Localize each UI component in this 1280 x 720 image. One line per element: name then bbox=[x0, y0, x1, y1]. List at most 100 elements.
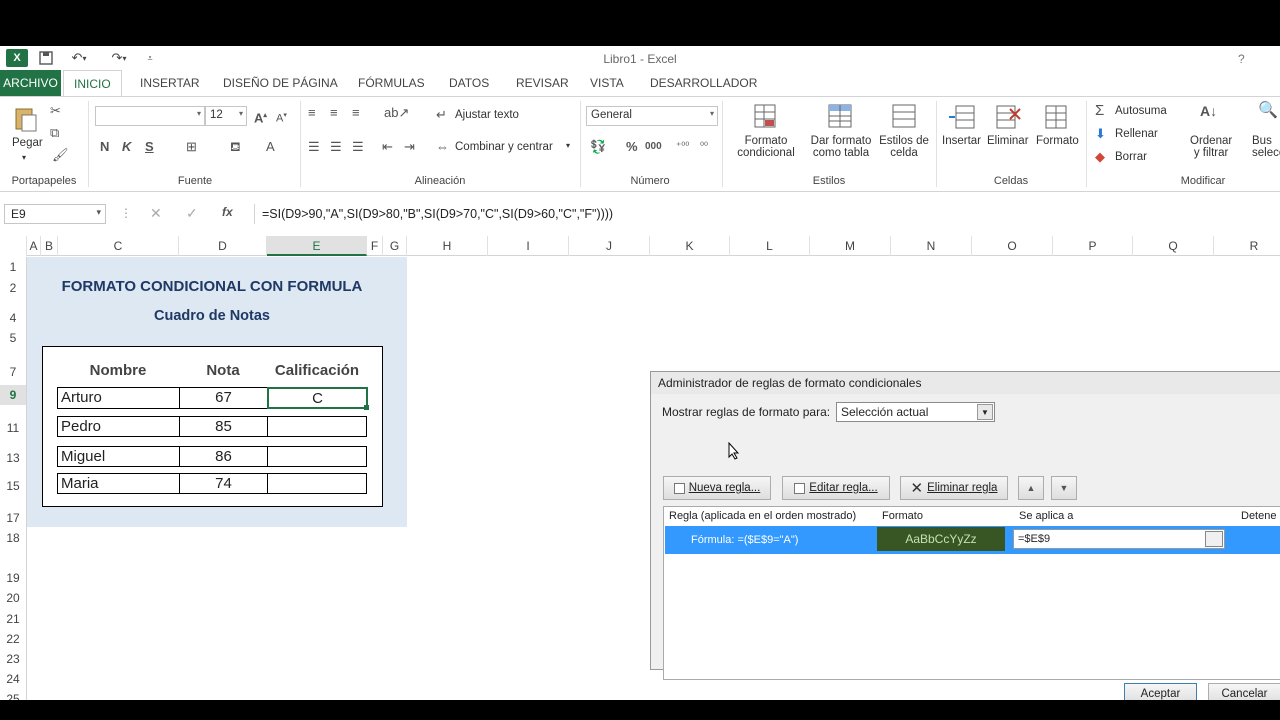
tab-archivo[interactable]: ARCHIVO bbox=[0, 70, 61, 96]
decrease-decimal-icon[interactable]: ⁰⁰ bbox=[700, 139, 708, 155]
thousands-icon[interactable]: 000 bbox=[645, 139, 662, 155]
column-header[interactable]: C bbox=[58, 236, 179, 256]
column-header[interactable]: K bbox=[650, 236, 730, 256]
show-rules-select[interactable]: Selección actual ▼ bbox=[836, 402, 995, 422]
range-selector-icon[interactable] bbox=[1205, 531, 1223, 547]
font-name-box[interactable]: ▾ bbox=[95, 106, 205, 126]
cell-nota[interactable]: 86 bbox=[179, 446, 268, 467]
help-icon[interactable]: ? bbox=[1238, 52, 1245, 66]
accept-button[interactable]: Aceptar bbox=[1124, 683, 1197, 700]
column-header[interactable]: A bbox=[27, 236, 41, 256]
align-bottom-icon[interactable]: ≡ bbox=[352, 105, 360, 121]
clear-button[interactable]: Borrar bbox=[1115, 151, 1147, 163]
column-header[interactable]: R bbox=[1214, 236, 1280, 256]
sort-filter-icon[interactable]: A↓ bbox=[1200, 103, 1217, 119]
cell-calificacion-selected[interactable]: C bbox=[267, 387, 368, 409]
applies-to-input[interactable]: =$E$9 bbox=[1013, 529, 1225, 549]
insert-cells-button[interactable]: Insertar bbox=[942, 135, 981, 147]
clear-icon[interactable]: ◆ bbox=[1095, 149, 1105, 165]
orientation-icon[interactable]: ab↗ bbox=[384, 105, 409, 121]
align-left-icon[interactable]: ☰ bbox=[308, 139, 320, 155]
select-dropdown-icon[interactable]: ▼ bbox=[977, 404, 993, 420]
row-header[interactable]: 5 bbox=[0, 331, 26, 345]
column-header-selected[interactable]: E bbox=[267, 236, 367, 256]
column-header[interactable]: B bbox=[41, 236, 58, 256]
insert-function-icon[interactable]: fx bbox=[222, 205, 233, 219]
cell-styles-icon[interactable] bbox=[890, 103, 918, 131]
percent-icon[interactable]: % bbox=[626, 139, 638, 155]
conditional-format-icon[interactable] bbox=[752, 103, 780, 131]
tab-formulas[interactable]: FÓRMULAS bbox=[348, 70, 435, 96]
align-center-icon[interactable]: ☰ bbox=[330, 139, 342, 155]
tab-revisar[interactable]: REVISAR bbox=[506, 70, 579, 96]
fill-button[interactable]: Rellenar bbox=[1115, 128, 1158, 140]
row-header[interactable]: 7 bbox=[0, 365, 26, 379]
row-header[interactable]: 21 bbox=[0, 612, 26, 626]
format-as-table-button[interactable]: Dar formato como tabla bbox=[804, 135, 878, 159]
cut-icon[interactable]: ✂ bbox=[50, 103, 61, 119]
delete-rule-button[interactable]: ✕ Eliminar regla bbox=[900, 476, 1008, 500]
format-painter-icon[interactable]: 🖌 bbox=[52, 147, 69, 163]
cancel-button[interactable]: Cancelar bbox=[1208, 683, 1280, 700]
cell-nota[interactable]: 85 bbox=[179, 416, 268, 437]
new-rule-button[interactable]: Nueva regla... bbox=[663, 476, 771, 500]
wrap-text-button[interactable]: Ajustar texto bbox=[455, 109, 519, 121]
enter-formula-icon[interactable]: ✓ bbox=[186, 205, 198, 222]
grow-font-icon[interactable]: A▴ bbox=[254, 108, 267, 126]
paste-icon[interactable] bbox=[12, 105, 40, 133]
column-header[interactable]: D bbox=[179, 236, 267, 256]
column-header[interactable]: L bbox=[730, 236, 810, 256]
borders-icon[interactable]: ⊞ bbox=[186, 139, 197, 155]
conditional-format-button[interactable]: Formato condicional bbox=[728, 135, 804, 159]
sort-filter-button[interactable]: Ordenar y filtrar bbox=[1190, 135, 1232, 159]
tab-vista[interactable]: VISTA bbox=[580, 70, 634, 96]
row-header[interactable]: 18 bbox=[0, 531, 26, 545]
tab-desarrollador[interactable]: DESARROLLADOR bbox=[640, 70, 767, 96]
row-header-selected[interactable]: 9 bbox=[0, 385, 26, 405]
align-top-icon[interactable]: ≡ bbox=[308, 105, 316, 121]
edit-rule-button[interactable]: Editar regla... bbox=[782, 476, 890, 500]
rule-row-selected[interactable]: Fórmula: =($E$9="A") AaBbCcYyZz =$E$9 bbox=[665, 526, 1280, 554]
row-header[interactable]: 22 bbox=[0, 632, 26, 646]
autosum-button[interactable]: Autosuma bbox=[1115, 105, 1167, 117]
format-cells-button[interactable]: Formato bbox=[1036, 135, 1079, 147]
cell-nombre[interactable]: Pedro bbox=[57, 416, 180, 437]
bold-button[interactable]: N bbox=[100, 139, 109, 155]
fill-color-icon[interactable]: ⛾ bbox=[230, 139, 241, 155]
autosum-icon[interactable]: Σ bbox=[1095, 103, 1104, 119]
row-header[interactable]: 1 bbox=[0, 260, 26, 274]
cell-styles-button[interactable]: Estilos de celda bbox=[877, 135, 931, 159]
tab-diseno-pagina[interactable]: DISEÑO DE PÁGINA bbox=[213, 70, 348, 96]
column-header[interactable]: O bbox=[972, 236, 1053, 256]
copy-icon[interactable]: ⧉ bbox=[50, 125, 59, 141]
column-header[interactable]: M bbox=[810, 236, 891, 256]
cell-calificacion[interactable] bbox=[267, 446, 367, 467]
align-right-icon[interactable]: ☰ bbox=[352, 139, 364, 155]
cell-nota[interactable]: 67 bbox=[179, 387, 268, 409]
row-header[interactable]: 25 bbox=[0, 692, 26, 700]
paste-dropdown-icon[interactable]: ▾ bbox=[22, 153, 26, 162]
move-up-button[interactable]: ▲ bbox=[1018, 476, 1044, 500]
fill-icon[interactable]: ⬇ bbox=[1095, 126, 1106, 142]
cell-nombre[interactable]: Miguel bbox=[57, 446, 180, 467]
wrap-text-icon[interactable]: ↵ bbox=[436, 107, 447, 123]
merge-center-icon[interactable]: ⇔ bbox=[436, 139, 449, 155]
cell-calificacion[interactable] bbox=[267, 473, 367, 494]
find-select-icon[interactable]: 🔍 bbox=[1258, 103, 1278, 119]
row-header[interactable]: 20 bbox=[0, 591, 26, 605]
row-header[interactable]: 13 bbox=[0, 451, 26, 465]
tab-inicio[interactable]: INICIO bbox=[63, 70, 122, 97]
cell-nota[interactable]: 74 bbox=[179, 473, 268, 494]
insert-cells-icon[interactable] bbox=[948, 103, 976, 131]
column-header[interactable]: P bbox=[1053, 236, 1133, 256]
increase-indent-icon[interactable]: ⇥ bbox=[404, 139, 415, 155]
number-format-box[interactable]: General ▾ bbox=[586, 106, 718, 126]
tab-datos[interactable]: DATOS bbox=[439, 70, 499, 96]
row-header[interactable]: 17 bbox=[0, 511, 26, 525]
row-header[interactable]: 24 bbox=[0, 672, 26, 686]
row-header[interactable]: 19 bbox=[0, 571, 26, 585]
column-header[interactable]: I bbox=[488, 236, 569, 256]
align-middle-icon[interactable]: ≡ bbox=[330, 105, 338, 121]
decrease-indent-icon[interactable]: ⇤ bbox=[382, 139, 393, 155]
cell-nombre[interactable]: Arturo bbox=[57, 387, 180, 409]
